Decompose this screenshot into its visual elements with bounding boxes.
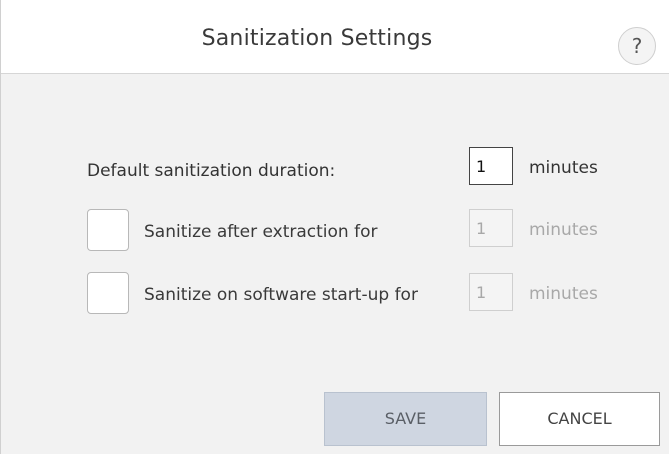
on-startup-input[interactable] [469,273,513,311]
save-button[interactable]: SAVE [324,392,487,446]
help-button[interactable]: ? [618,27,656,65]
help-icon: ? [631,34,643,58]
on-startup-label: Sanitize on software start-up for [144,285,418,305]
default-duration-label: Default sanitization duration: [87,161,336,181]
after-extraction-label: Sanitize after extraction for [144,222,378,242]
dialog-header: Sanitization Settings ? [1,0,669,74]
sanitization-settings-dialog: Sanitization Settings ? Default sanitiza… [0,0,669,454]
default-duration-input[interactable] [469,147,513,185]
after-extraction-unit: minutes [529,220,598,240]
after-extraction-checkbox[interactable] [87,209,129,251]
after-extraction-input[interactable] [469,209,513,247]
default-duration-unit: minutes [529,158,598,178]
on-startup-checkbox[interactable] [87,272,129,314]
on-startup-unit: minutes [529,284,598,304]
dialog-title: Sanitization Settings [201,26,433,51]
cancel-button[interactable]: CANCEL [499,392,660,446]
